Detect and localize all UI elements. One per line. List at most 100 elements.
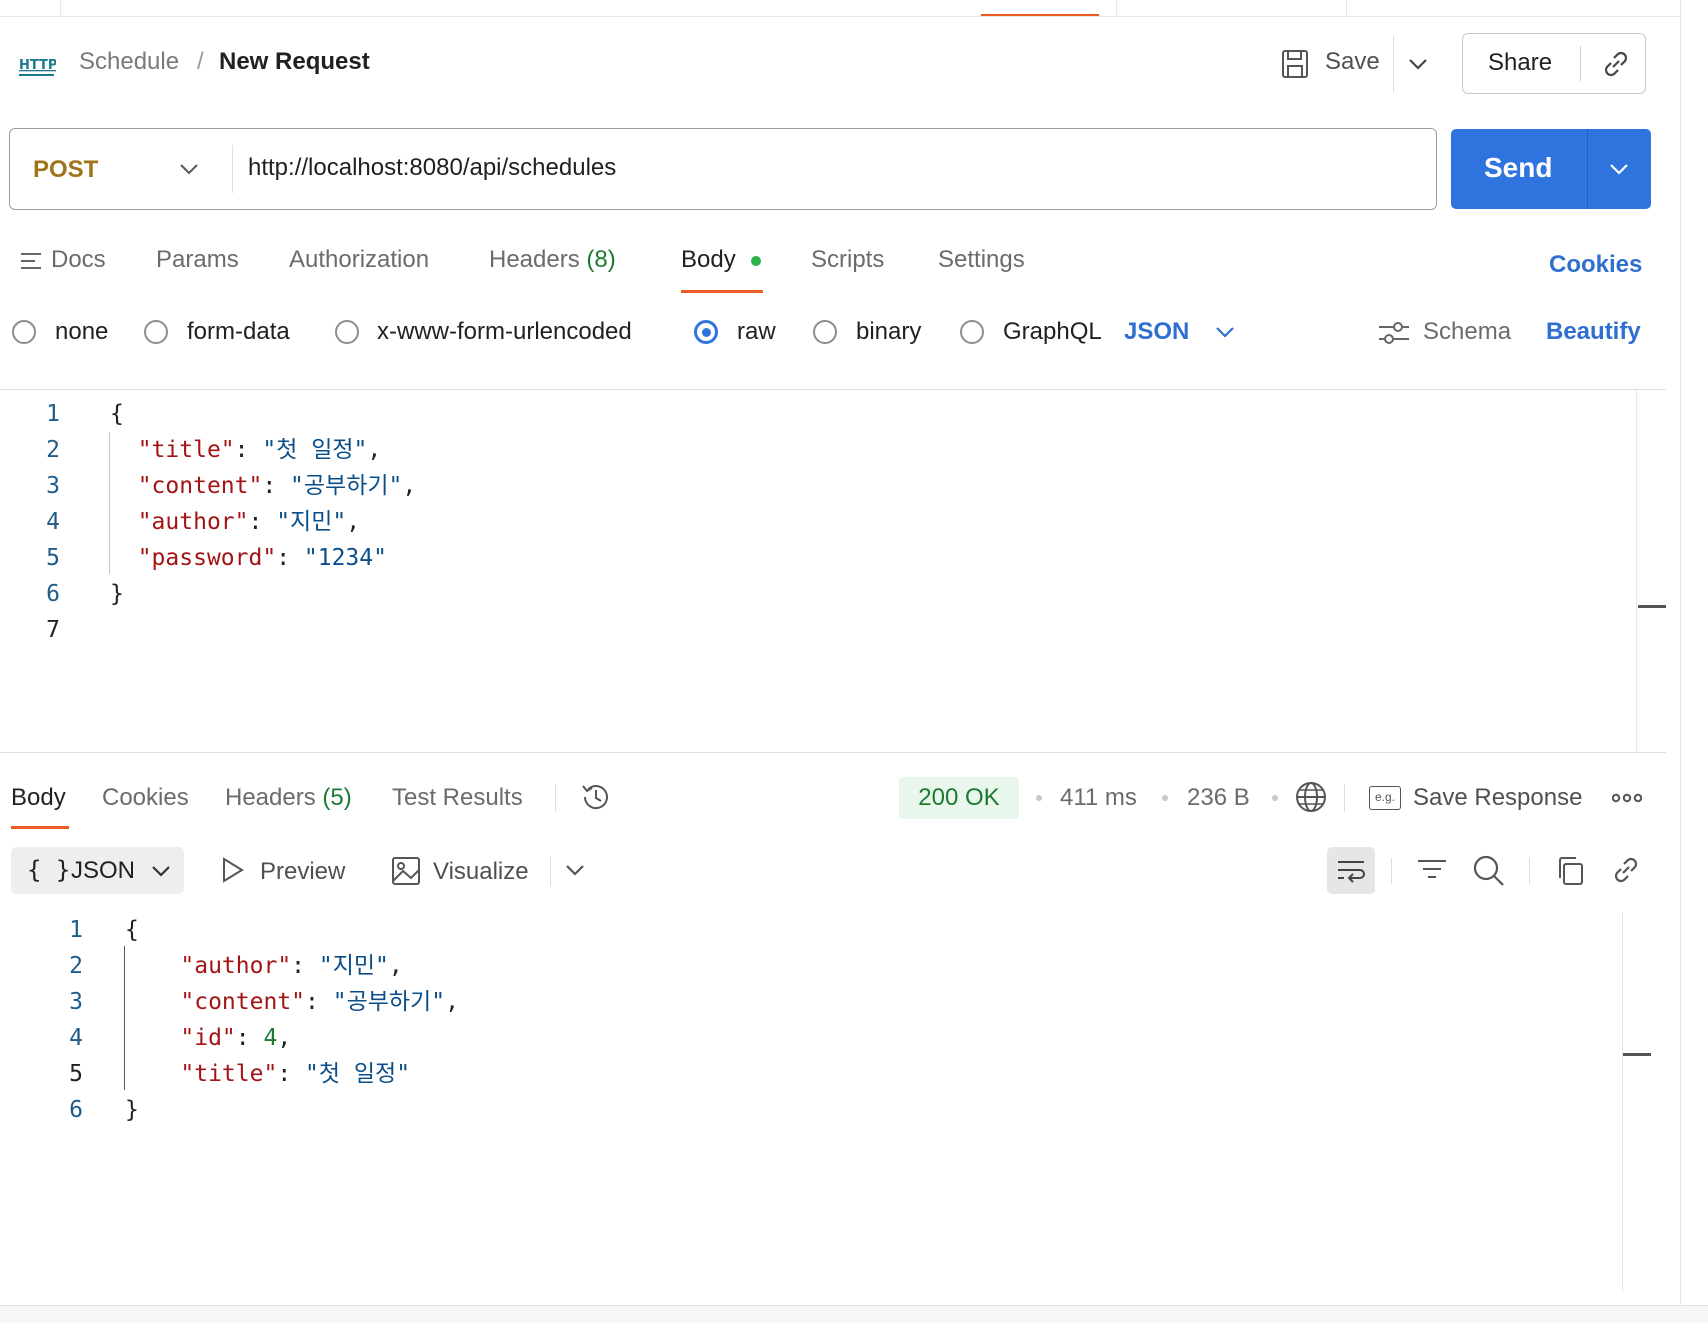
response-code: { "author": "지민", "content": "공부하기", "id… [125, 912, 459, 1128]
tab-params[interactable]: Params [156, 246, 239, 274]
json-key: "title" [137, 437, 235, 463]
breadcrumb-separator: / [197, 48, 204, 75]
request-body-editor[interactable]: 1 2 3 4 5 6 7 { "title": "첫 일정", "conten… [0, 390, 1666, 752]
response-size[interactable]: 236 B [1187, 784, 1250, 812]
response-tab-headers[interactable]: Headers (5) [225, 784, 352, 812]
send-button[interactable]: Send [1484, 152, 1552, 184]
send-options-chevron-icon[interactable] [1608, 161, 1630, 177]
code-line: "password": "1234" [137, 545, 387, 571]
line-number: 2 [46, 437, 60, 463]
radio-binary[interactable] [813, 320, 837, 344]
status-badge[interactable]: 200 OK [899, 777, 1019, 819]
link-icon[interactable] [1600, 48, 1632, 80]
response-format-select[interactable]: { } JSON [11, 847, 184, 894]
tab-body[interactable]: Body [681, 246, 736, 274]
json-string: "공부하기" [290, 473, 403, 499]
format-chevron-down-icon[interactable] [1214, 324, 1236, 340]
line-number: 6 [69, 1097, 83, 1123]
code-line: "author": "지민", [137, 509, 361, 535]
more-options-icon[interactable] [1612, 788, 1642, 808]
save-button[interactable]: Save [1278, 47, 1390, 81]
method-select[interactable]: POST [10, 129, 232, 209]
example-icon: e.g. [1369, 786, 1401, 810]
scrollbar-track[interactable] [1636, 390, 1637, 752]
radio-urlencoded-label[interactable]: x-www-form-urlencoded [377, 318, 632, 346]
save-response-button[interactable]: Save Response [1413, 784, 1582, 812]
line-number: 4 [69, 1025, 83, 1051]
visualize-button[interactable]: Visualize [433, 858, 529, 886]
tab-authorization[interactable]: Authorization [289, 246, 429, 274]
visualize-chevron-down-icon[interactable] [564, 862, 586, 878]
tab-headers[interactable]: Headers (8) [489, 246, 616, 274]
radio-raw-label[interactable]: raw [737, 318, 776, 346]
copy-link-icon[interactable] [1610, 854, 1642, 886]
cookies-link[interactable]: Cookies [1549, 251, 1642, 279]
json-string: "1234" [303, 545, 387, 571]
braces-icon: { } [27, 856, 71, 884]
radio-none[interactable] [12, 320, 36, 344]
divider [1529, 858, 1530, 884]
radio-raw[interactable] [694, 320, 718, 344]
response-tab-body[interactable]: Body [11, 784, 66, 812]
radio-none-label[interactable]: none [55, 318, 108, 346]
bottom-status-bar [0, 1305, 1708, 1323]
line-number: 1 [69, 917, 83, 943]
filter-icon[interactable] [1417, 857, 1447, 883]
code-line: "title": "첫 일정", [137, 437, 382, 463]
radio-urlencoded[interactable] [335, 320, 359, 344]
divider [1344, 784, 1345, 812]
save-icon [1281, 49, 1309, 79]
request-name[interactable]: New Request [219, 48, 370, 76]
wrap-lines-button[interactable] [1327, 847, 1375, 894]
response-tab-cookies[interactable]: Cookies [102, 784, 189, 812]
response-body-viewer[interactable]: 1 2 3 4 5 6 { "author": "지민", "content":… [0, 912, 1666, 1292]
tab-settings[interactable]: Settings [938, 246, 1025, 274]
meta-dot [1272, 795, 1278, 801]
history-icon[interactable] [579, 780, 613, 814]
active-tab-underline [681, 290, 763, 293]
json-string: "첫 일정" [305, 1061, 411, 1087]
body-format-select[interactable]: JSON [1124, 318, 1189, 346]
tab-scripts[interactable]: Scripts [811, 246, 884, 274]
schema-button[interactable]: Schema [1423, 318, 1511, 346]
line-number: 6 [46, 581, 60, 607]
save-dropdown-chevron-icon[interactable] [1406, 55, 1430, 73]
url-input[interactable] [248, 143, 1408, 193]
scrollbar-thumb[interactable] [1638, 605, 1666, 608]
radio-graphql-label[interactable]: GraphQL [1003, 318, 1102, 346]
code-line: } [125, 1097, 139, 1123]
pane-divider[interactable] [0, 752, 1666, 753]
json-number: 4 [263, 1025, 278, 1051]
json-key: "content" [137, 473, 263, 499]
search-icon[interactable] [1473, 855, 1505, 887]
line-number: 2 [69, 953, 83, 979]
beautify-button[interactable]: Beautify [1546, 318, 1641, 346]
globe-icon[interactable] [1294, 780, 1328, 814]
scrollbar-thumb[interactable] [1623, 1053, 1651, 1056]
divider [555, 784, 556, 812]
radio-binary-label[interactable]: binary [856, 318, 921, 346]
code-line: "content": "공부하기", [180, 989, 459, 1015]
breadcrumb-parent[interactable]: Schedule [79, 48, 179, 76]
divider [1393, 36, 1394, 92]
line-number: 3 [46, 473, 60, 499]
response-time[interactable]: 411 ms [1060, 784, 1137, 812]
scrollbar-track[interactable] [1622, 912, 1623, 1292]
radio-form-data[interactable] [144, 320, 168, 344]
radio-form-data-label[interactable]: form-data [187, 318, 290, 346]
share-button[interactable]: Share [1488, 49, 1552, 77]
meta-dot [1162, 795, 1168, 801]
json-string: "지민" [276, 509, 347, 535]
copy-icon[interactable] [1556, 856, 1586, 886]
preview-button[interactable]: Preview [260, 858, 345, 886]
tab-docs[interactable]: Docs [51, 246, 106, 274]
response-tab-test-results[interactable]: Test Results [392, 784, 523, 812]
json-key: "title" [180, 1061, 278, 1087]
meta-dot [1036, 795, 1042, 801]
tab-separator [60, 0, 61, 16]
json-string: "지민" [318, 953, 389, 979]
line-number: 5 [46, 545, 60, 571]
share-button-group: Share [1462, 33, 1646, 94]
json-key: "author" [180, 953, 292, 979]
radio-graphql[interactable] [960, 320, 984, 344]
